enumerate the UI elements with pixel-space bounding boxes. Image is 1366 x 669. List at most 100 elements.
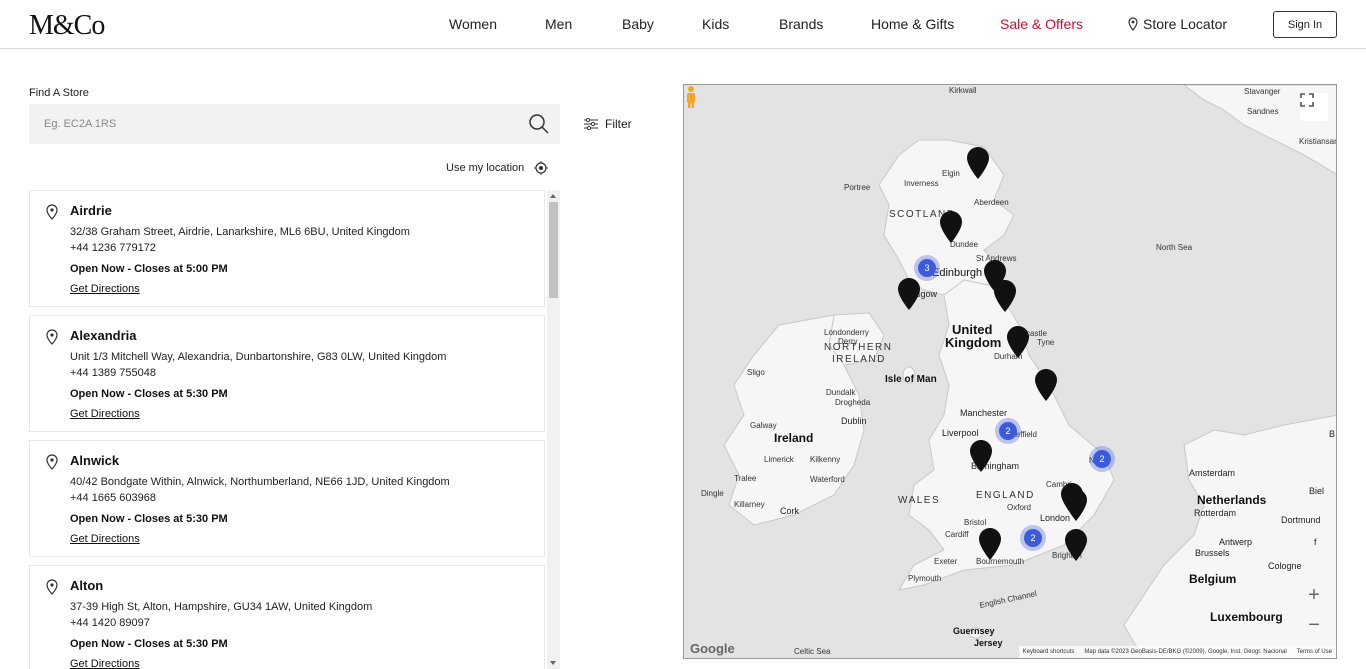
store-phone[interactable]: +44 1236 779172 [70,242,156,254]
store-marker-icon[interactable] [898,278,920,310]
store-hours: Open Now - Closes at 5:30 PM [70,513,228,525]
store-card[interactable]: Airdrie 32/38 Graham Street, Airdrie, La… [29,190,545,307]
store-marker-icon[interactable] [979,528,1001,560]
store-hours: Open Now - Closes at 5:30 PM [70,638,228,650]
store-address: 37-39 High St, Alton, Hampshire, GU34 1A… [70,601,373,613]
postcode-search-input[interactable] [29,104,519,144]
marker-cluster[interactable]: 3 [914,255,940,281]
get-directions-link[interactable]: Get Directions [70,658,140,669]
get-directions-link[interactable]: Get Directions [70,533,140,545]
map-label: Cork [780,506,800,516]
store-marker-icon[interactable] [967,147,989,179]
scroll-up-arrow-icon[interactable] [550,194,556,198]
store-marker-icon[interactable] [940,211,962,243]
map-footer: Keyboard shortcuts Map data ©2023 GeoBas… [1018,646,1336,658]
location-pin-icon [1128,17,1138,31]
map-label: Dortmund [1281,515,1321,525]
store-name: Airdrie [70,203,112,218]
map-label: Galway [750,421,777,430]
keyboard-shortcuts-link[interactable]: Keyboard shortcuts [1023,649,1075,655]
terms-of-use-link[interactable]: Terms of Use [1297,649,1332,655]
store-marker-icon[interactable] [970,440,992,472]
marker-cluster[interactable]: 2 [995,418,1021,444]
map-label: Sandnes [1247,107,1279,116]
map-label: Kirkwall [949,86,977,95]
nav-sale-offers[interactable]: Sale & Offers [1000,16,1083,32]
scroll-thumb[interactable] [549,202,558,298]
map-label: Cardiff [945,530,969,539]
location-pin-icon [46,454,58,470]
fullscreen-button[interactable] [1300,93,1328,121]
map-label: Celtic Sea [794,647,831,656]
location-pin-icon [46,329,58,345]
map-label: Sligo [747,368,765,377]
store-phone[interactable]: +44 1420 89097 [70,617,150,629]
use-my-location-button[interactable]: Use my location [446,161,549,175]
get-directions-link[interactable]: Get Directions [70,283,140,295]
zoom-out-button[interactable]: − [1304,614,1324,636]
cluster-count: 3 [918,259,936,277]
map-label: Dingle [701,489,724,498]
map-label: f [1314,537,1317,547]
map-label: Killarney [734,500,765,509]
store-map[interactable]: Kirkwall Stavanger Sandnes Kristiansand … [683,84,1337,659]
map-label: Waterford [810,475,845,484]
store-marker-icon[interactable] [1007,326,1029,358]
nav-men[interactable]: Men [545,16,572,32]
google-logo[interactable]: Google [690,641,735,656]
sign-in-button[interactable]: Sign In [1273,11,1337,38]
nav-brands[interactable]: Brands [779,16,823,32]
store-card[interactable]: Alexandria Unit 1/3 Mitchell Way, Alexan… [29,315,545,432]
map-label: IRELAND [832,354,886,365]
store-marker-icon[interactable] [994,280,1016,312]
store-name: Alexandria [70,328,137,343]
nav-kids[interactable]: Kids [702,16,729,32]
map-label: NORTHERN [824,342,893,353]
store-locator-label: Store Locator [1143,16,1228,32]
cluster-count: 2 [999,422,1017,440]
map-label: WALES [898,495,941,506]
store-marker-icon[interactable] [1035,369,1057,401]
site-logo[interactable]: M&Co [29,10,105,42]
map-label: Londonderry [824,328,869,337]
zoom-in-button[interactable]: + [1304,584,1324,606]
map-label: Guernsey [953,626,995,636]
map-label: Manchester [960,408,1008,418]
store-hours: Open Now - Closes at 5:00 PM [70,263,228,275]
map-label: Cologne [1268,561,1302,571]
map-label: Kristiansand [1299,137,1336,146]
map-label: Portree [844,183,871,192]
store-address: 32/38 Graham Street, Airdrie, Lanarkshir… [70,226,410,238]
search-icon[interactable] [528,113,550,135]
scroll-down-arrow-icon[interactable] [550,661,556,665]
store-card[interactable]: Alnwick 40/42 Bondgate Within, Alnwick, … [29,440,545,557]
filter-button[interactable]: Filter [584,117,632,131]
map-label: Ireland [774,431,814,445]
store-card[interactable]: Alton 37-39 High St, Alton, Hampshire, G… [29,565,545,669]
store-list[interactable]: Airdrie 32/38 Graham Street, Airdrie, La… [29,190,560,669]
map-label: Inverness [904,179,939,188]
location-pin-icon [46,204,58,220]
get-directions-link[interactable]: Get Directions [70,408,140,420]
marker-cluster[interactable]: 2 [1089,446,1115,472]
map-label: Dundalk [826,388,856,397]
marker-cluster[interactable]: 2 [1020,525,1046,551]
store-marker-icon[interactable] [1065,529,1087,561]
nav-baby[interactable]: Baby [622,16,654,32]
store-marker-icon[interactable] [1065,489,1087,521]
filter-sliders-icon [584,118,598,130]
nav-women[interactable]: Women [449,16,497,32]
store-phone[interactable]: +44 1665 603968 [70,492,156,504]
map-label: Bristol [964,518,987,527]
store-locator-link[interactable]: Store Locator [1128,16,1227,32]
filter-label: Filter [605,117,632,131]
map-label: Aberdeen [974,198,1009,207]
map-label: Jersey [974,638,1003,648]
store-name: Alton [70,578,104,593]
street-view-pegman-icon[interactable] [684,85,698,109]
nav-home-gifts[interactable]: Home & Gifts [871,16,954,32]
store-list-scrollbar[interactable] [547,190,560,669]
map-label: ENGLAND [976,490,1035,501]
store-hours: Open Now - Closes at 5:30 PM [70,388,228,400]
store-phone[interactable]: +44 1389 755048 [70,367,156,379]
